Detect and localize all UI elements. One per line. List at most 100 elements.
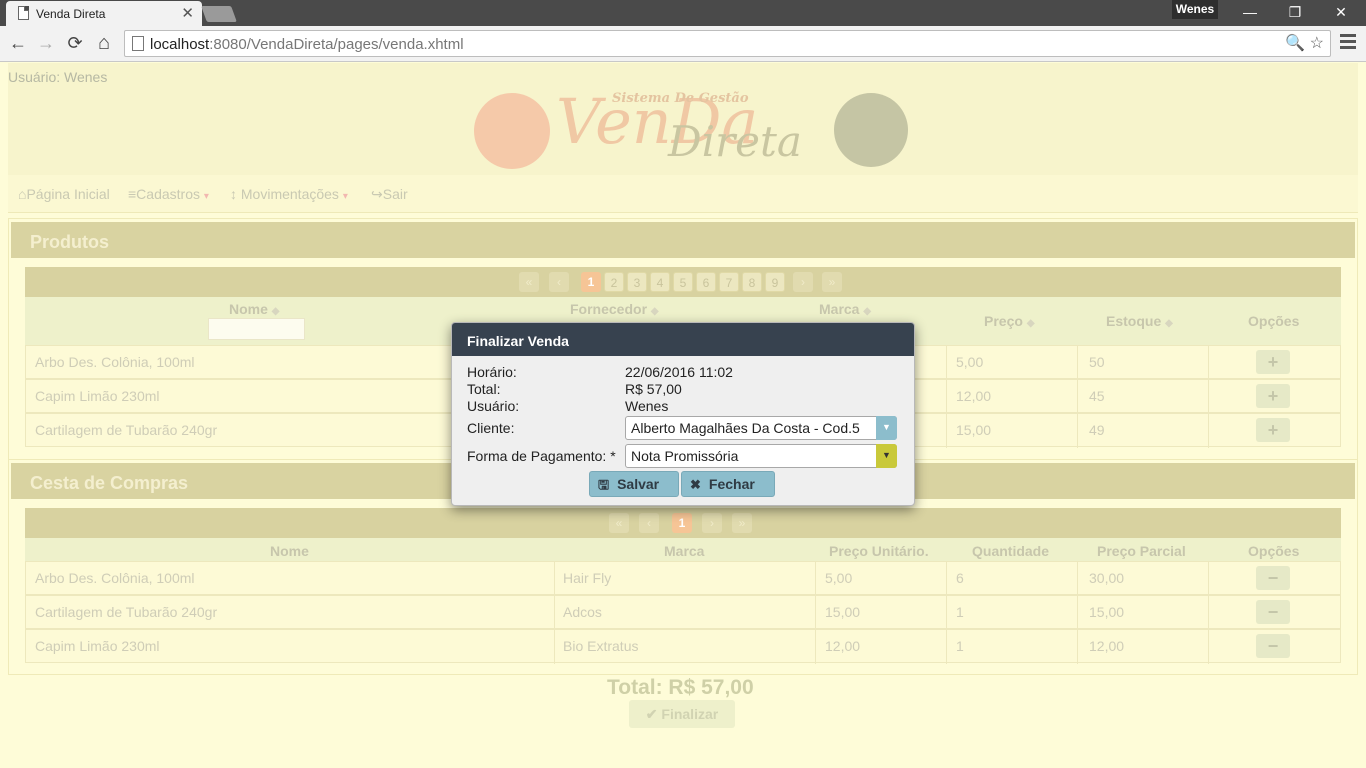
- menu-pagina-inicial[interactable]: ⌂Página Inicial: [18, 186, 110, 202]
- cell-nome: Capim Limão 230ml: [35, 638, 160, 654]
- page-8-button[interactable]: 8: [742, 272, 762, 292]
- chevron-down-icon[interactable]: ▼: [876, 416, 897, 440]
- col-estoque[interactable]: Estoque ◆: [1106, 313, 1173, 329]
- url-text[interactable]: localhost:8080/VendaDireta/pages/venda.x…: [150, 36, 464, 53]
- col-opcoes: Opções: [1248, 543, 1300, 559]
- browser-tab[interactable]: Venda Direta ✕: [6, 1, 202, 26]
- check-icon: ✔: [645, 706, 658, 722]
- logo-word: Direta: [668, 117, 802, 166]
- browser-menu-icon[interactable]: [1340, 34, 1356, 52]
- page-first-button[interactable]: «: [609, 513, 629, 533]
- reload-icon[interactable]: ⟳: [63, 31, 87, 55]
- finalizar-venda-dialog: Finalizar Venda Horário: 22/06/2016 11:0…: [451, 322, 915, 506]
- cell-nome: Cartilagem de Tubarão 240gr: [35, 604, 218, 620]
- back-icon[interactable]: ←: [6, 31, 30, 55]
- horario-value: 22/06/2016 11:02: [625, 364, 733, 380]
- page-2-button[interactable]: 2: [604, 272, 624, 292]
- page-last-button[interactable]: »: [732, 513, 752, 533]
- cliente-selected-value: Alberto Magalhães Da Costa - Cod.5: [631, 420, 860, 436]
- cell-preco-parcial: 12,00: [1089, 638, 1125, 654]
- chevron-down-icon[interactable]: ▼: [876, 444, 897, 468]
- tab-title: Venda Direta: [36, 7, 106, 21]
- profile-user-badge[interactable]: Wenes: [1172, 0, 1218, 19]
- cell-estoque: 49: [1089, 422, 1105, 438]
- database-icon: ≡: [128, 186, 137, 202]
- sort-icon: ◆: [1165, 318, 1173, 329]
- zoom-bookmark-icons[interactable]: 🔍 ☆: [1285, 33, 1324, 53]
- page-favicon-icon: [18, 6, 29, 20]
- window-close-icon[interactable]: ✕: [1326, 2, 1356, 22]
- col-marca[interactable]: Marca ◆: [819, 301, 871, 317]
- address-bar[interactable]: localhost:8080/VendaDireta/pages/venda.x…: [124, 30, 1331, 57]
- table-row: Capim Limão 230ml Bio Extratus 12,00 1 1…: [25, 629, 1341, 664]
- page-last-button[interactable]: »: [822, 272, 842, 292]
- page-prev-button[interactable]: ‹: [639, 513, 659, 533]
- sort-icon: ◆: [650, 306, 659, 317]
- caret-down-icon: ▾: [203, 191, 209, 202]
- col-fornecedor[interactable]: Fornecedor ◆: [570, 301, 659, 317]
- page-3-button[interactable]: 3: [627, 272, 647, 292]
- col-nome[interactable]: Nome ◆: [229, 301, 280, 317]
- cell-quantidade: 1: [956, 638, 964, 654]
- minimize-icon[interactable]: —: [1235, 2, 1265, 22]
- cell-nome: Arbo Des. Colônia, 100ml: [35, 354, 195, 370]
- menu-cadastros[interactable]: ≡Cadastros ▾: [128, 186, 209, 202]
- usuario-label: Usuário:: [467, 398, 520, 414]
- page-7-button[interactable]: 7: [719, 272, 739, 292]
- remove-from-cart-button[interactable]: −: [1256, 566, 1290, 590]
- cell-nome: Capim Limão 230ml: [35, 388, 160, 404]
- cell-preco: 15,00: [956, 422, 992, 438]
- add-to-cart-button[interactable]: +: [1256, 384, 1290, 408]
- fechar-button[interactable]: ✖ Fechar: [681, 471, 775, 497]
- save-icon: 🖫: [598, 477, 610, 492]
- page-1-button[interactable]: 1: [581, 272, 601, 292]
- nome-filter-input[interactable]: [208, 318, 305, 340]
- new-tab-button[interactable]: [201, 6, 237, 22]
- header-band: VenDa Sistema De Gestão Direta: [8, 63, 1358, 175]
- page-4-button[interactable]: 4: [650, 272, 670, 292]
- page-next-button[interactable]: ›: [702, 513, 722, 533]
- page-first-button[interactable]: «: [519, 272, 539, 292]
- page-1-button[interactable]: 1: [672, 513, 692, 533]
- pagamento-select[interactable]: Nota Promissória ▼: [625, 444, 897, 468]
- page-6-button[interactable]: 6: [696, 272, 716, 292]
- sort-icon: ◆: [863, 306, 872, 317]
- remove-from-cart-button[interactable]: −: [1256, 600, 1290, 624]
- cell-preco-unitario: 12,00: [825, 638, 861, 654]
- handshake-icon: [474, 93, 550, 169]
- cell-marca: Bio Extratus: [563, 638, 639, 654]
- cell-preco-parcial: 15,00: [1089, 604, 1125, 620]
- cell-preco: 12,00: [956, 388, 992, 404]
- page-9-button[interactable]: 9: [765, 272, 785, 292]
- logo-subtitle: Sistema De Gestão: [612, 91, 749, 106]
- cell-marca: Adcos: [563, 604, 602, 620]
- cesta-paginator: « ‹ 1 › »: [25, 508, 1341, 538]
- sign-out-icon: ↪: [371, 186, 383, 202]
- close-icon: ✖: [690, 477, 701, 492]
- page-next-button[interactable]: ›: [793, 272, 813, 292]
- cell-estoque: 50: [1089, 354, 1105, 370]
- forward-icon[interactable]: →: [34, 31, 58, 55]
- finalizar-button[interactable]: ✔ Finalizar: [629, 700, 735, 728]
- cell-preco-parcial: 30,00: [1089, 570, 1125, 586]
- col-nome: Nome: [270, 543, 309, 559]
- cliente-select[interactable]: Alberto Magalhães Da Costa - Cod.5 ▼: [625, 416, 897, 440]
- add-to-cart-button[interactable]: +: [1256, 418, 1290, 442]
- menu-movimentacoes[interactable]: ↕ Movimentações ▾: [230, 186, 348, 202]
- col-preco[interactable]: Preço ◆: [984, 313, 1035, 329]
- menu-sair[interactable]: ↪Sair: [371, 186, 408, 203]
- sort-icon: ◆: [271, 306, 280, 317]
- cell-preco-unitario: 15,00: [825, 604, 861, 620]
- cell-nome: Cartilagem de Tubarão 240gr: [35, 422, 218, 438]
- usuario-value: Wenes: [625, 398, 669, 414]
- page-5-button[interactable]: 5: [673, 272, 693, 292]
- restore-icon[interactable]: ❐: [1280, 2, 1310, 22]
- table-row: Arbo Des. Colônia, 100ml Hair Fly 5,00 6…: [25, 561, 1341, 596]
- tab-close-icon[interactable]: ✕: [181, 4, 194, 22]
- home-icon[interactable]: ⌂: [92, 31, 116, 55]
- page-prev-button[interactable]: ‹: [549, 272, 569, 292]
- remove-from-cart-button[interactable]: −: [1256, 634, 1290, 658]
- add-to-cart-button[interactable]: +: [1256, 350, 1290, 374]
- salvar-button[interactable]: 🖫 Salvar: [589, 471, 679, 497]
- horario-label: Horário:: [467, 364, 517, 380]
